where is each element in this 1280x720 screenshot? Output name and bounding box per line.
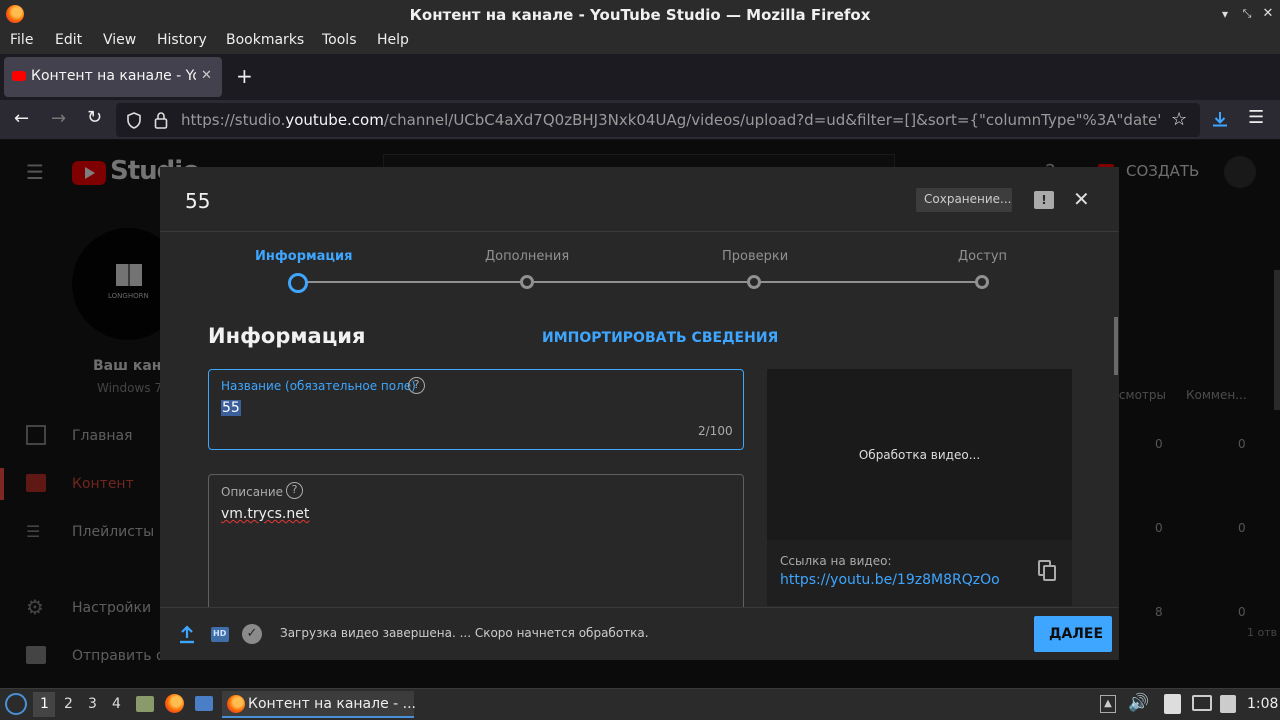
taskbar-window-button[interactable]: Контент на канале - ... — [222, 691, 416, 718]
next-button[interactable]: ДАЛЕЕ — [1034, 616, 1112, 652]
menu-edit[interactable]: Edit — [55, 32, 82, 48]
title-field-label: Название (обязательное поле) — [221, 379, 416, 393]
firefox-window-icon — [227, 695, 245, 713]
help-circle-icon[interactable]: ? — [286, 482, 303, 499]
back-arrow-icon[interactable]: ← — [14, 108, 29, 129]
processing-text: Обработка видео... — [858, 448, 981, 462]
step-label: Проверки — [722, 249, 789, 264]
stepper-line — [298, 281, 982, 283]
upload-dialog: 55 Сохранение... ! ✕ Информация Дополнен… — [160, 167, 1119, 660]
dialog-footer: HD ✓ Загрузка видео завершена. ... Скоро… — [160, 607, 1119, 660]
desktop-icon[interactable] — [195, 696, 213, 711]
description-input-value[interactable]: vm.trycs.net — [221, 506, 309, 522]
dialog-scrollbar[interactable] — [1114, 317, 1118, 375]
step-dot-active — [288, 273, 308, 293]
tab-title: Контент на канале - You — [31, 68, 196, 84]
network-icon[interactable] — [1192, 695, 1212, 711]
url-domain: youtube.com — [285, 111, 384, 129]
address-bar[interactable]: https://studio.youtube.com/channel/UCbC4… — [116, 103, 1200, 137]
import-details-link[interactable]: ИМПОРТИРОВАТЬ СВЕДЕНИЯ — [542, 330, 778, 346]
description-field[interactable]: Описание ? vm.trycs.net — [208, 474, 744, 614]
next-button-label: ДАЛЕЕ — [1049, 626, 1104, 642]
file-manager-icon[interactable] — [136, 696, 154, 712]
url-text: https://studio.youtube.com/channel/UCbC4… — [181, 111, 1161, 129]
youtube-studio-page: ☰ Studio ? СОЗДАТЬ LONGHORN Ваш канал Wi… — [0, 140, 1280, 688]
tray-arrow-icon[interactable]: ▲ — [1100, 695, 1116, 713]
title-field[interactable]: Название (обязательное поле) ? 55 2/100 — [208, 369, 744, 450]
saving-badge: Сохранение... — [916, 188, 1012, 212]
step-dot — [975, 275, 989, 289]
step-label: Дополнения — [485, 249, 570, 264]
help-circle-icon[interactable]: ? — [408, 377, 425, 394]
menu-tools[interactable]: Tools — [322, 32, 357, 48]
title-char-counter: 2/100 — [698, 424, 733, 438]
hd-icon: HD — [211, 627, 229, 642]
section-heading: Информация — [208, 324, 366, 348]
video-preview: Обработка видео... — [767, 369, 1072, 540]
close-dialog-icon[interactable]: ✕ — [1073, 187, 1090, 211]
dialog-header-divider — [160, 231, 1119, 232]
dialog-title: 55 — [185, 189, 211, 213]
forward-arrow-icon[interactable]: → — [51, 108, 66, 129]
tab-active[interactable]: Контент на канале - You ✕ — [4, 57, 222, 97]
copy-icon[interactable] — [1038, 560, 1056, 582]
feedback-flag-icon[interactable]: ! — [1034, 191, 1054, 209]
check-circle-icon: ✓ — [242, 624, 262, 644]
step-dot — [747, 275, 761, 289]
menu-history[interactable]: History — [157, 32, 207, 48]
new-tab-button[interactable]: + — [236, 64, 253, 88]
clipboard-icon[interactable] — [1164, 694, 1181, 714]
tab-bar: Контент на канале - You ✕ + — [0, 54, 1280, 100]
minimize-window-icon[interactable]: ▾ — [1218, 7, 1232, 21]
workspace-3[interactable]: 3 — [88, 696, 97, 712]
menu-bookmarks[interactable]: Bookmarks — [226, 32, 304, 48]
hd-badge-text: HD — [213, 629, 227, 638]
workspace-2[interactable]: 2 — [64, 696, 73, 712]
window-titlebar: Контент на канале - YouTube Studio — Moz… — [0, 0, 1280, 30]
navigation-bar: ← → ↻ https://studio.youtube.com/channel… — [0, 100, 1280, 140]
menu-file[interactable]: File — [10, 32, 33, 48]
step-label: Доступ — [958, 249, 1008, 264]
reload-icon[interactable]: ↻ — [87, 107, 102, 128]
description-field-label: Описание — [221, 485, 284, 499]
tracking-shield-icon[interactable] — [126, 112, 142, 129]
volume-icon[interactable]: 🔊 — [1128, 693, 1149, 713]
clock: 1:08 — [1247, 696, 1279, 712]
menu-help[interactable]: Help — [377, 32, 409, 48]
step-extras[interactable]: Дополнения — [469, 247, 585, 293]
workspace-4[interactable]: 4 — [112, 696, 121, 712]
video-link-label: Ссылка на видео: — [780, 554, 892, 568]
youtube-favicon-icon — [12, 71, 26, 81]
upload-icon — [180, 625, 194, 644]
tray-app-icon[interactable] — [1220, 695, 1236, 713]
workspace-1[interactable]: 1 — [33, 692, 55, 717]
step-label: Информация — [255, 249, 353, 264]
taskbar-window-label: Контент на канале - ... — [248, 696, 416, 712]
workspace-label: 1 — [40, 696, 49, 712]
tab-close-icon[interactable]: ✕ — [201, 68, 212, 83]
video-link-panel: Ссылка на видео: https://youtu.be/19z8M8… — [767, 540, 1072, 606]
upload-status-text: Загрузка видео завершена. ... Скоро начн… — [280, 626, 649, 640]
menu-view[interactable]: View — [103, 32, 136, 48]
firefox-launcher-icon[interactable] — [165, 694, 184, 713]
close-window-icon[interactable]: ✕ — [1261, 7, 1275, 21]
video-link[interactable]: https://youtu.be/19z8M8RQzOo — [780, 572, 1000, 588]
lock-icon[interactable] — [154, 111, 168, 129]
step-dot — [520, 275, 534, 289]
menu-bar: File Edit View History Bookmarks Tools H… — [0, 30, 1280, 54]
downloads-icon[interactable] — [1211, 110, 1229, 128]
bookmark-star-icon[interactable]: ☆ — [1171, 109, 1187, 130]
url-path: /channel/UCbC4aXd7Q0zBHJ3Nxk04UAg/videos… — [383, 111, 1161, 129]
step-info[interactable]: Информация — [240, 247, 356, 293]
maximize-window-icon[interactable]: ⤡ — [1240, 7, 1254, 21]
step-checks[interactable]: Проверки — [697, 247, 813, 293]
url-prefix: https://studio. — [181, 111, 286, 129]
step-access[interactable]: Доступ — [925, 247, 1041, 293]
window-title: Контент на канале - YouTube Studio — Moz… — [409, 6, 871, 24]
start-menu-icon[interactable] — [5, 693, 27, 715]
hamburger-menu-icon[interactable]: ☰ — [1248, 107, 1264, 128]
taskbar: 1 2 3 4 Контент на канале - ... ▲ 🔊 1:08 — [0, 688, 1280, 720]
saving-label: Сохранение... — [924, 192, 1012, 206]
title-input-value[interactable]: 55 — [221, 400, 241, 416]
